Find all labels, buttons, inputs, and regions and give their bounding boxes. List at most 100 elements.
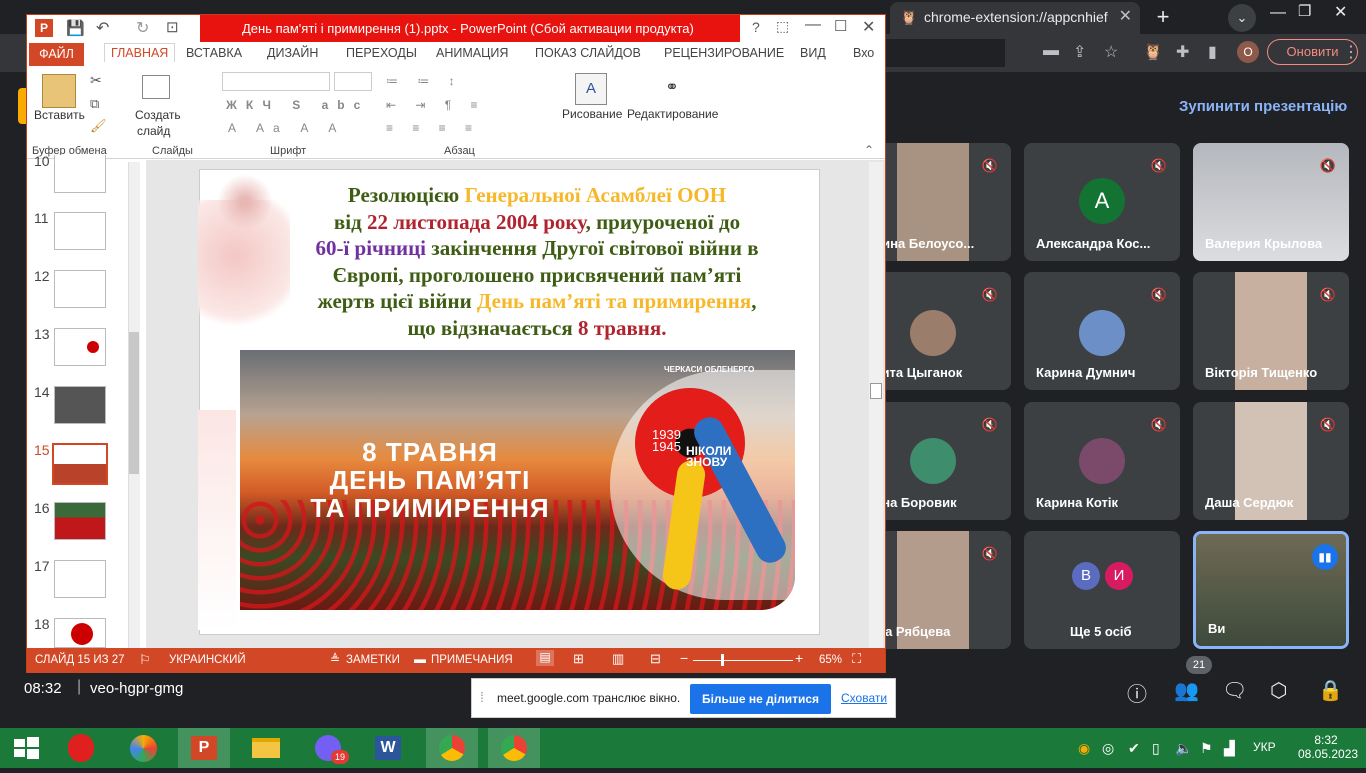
slide-thumbnail[interactable] [54, 270, 106, 308]
self-tile[interactable]: ▮▮ Ви [1193, 531, 1349, 649]
drawing-icon[interactable]: A [575, 73, 607, 105]
tab-insert[interactable]: ВСТАВКА [186, 46, 242, 60]
side-panel-icon[interactable]: ▮ [1208, 42, 1217, 62]
normal-view-icon[interactable]: ▤ [536, 650, 554, 666]
banner-image[interactable]: 1939 1945 НІКОЛИ ЗНОВУ ЧЕРКАСИ ОБЛЕНЕРГО… [236, 346, 799, 614]
paste-icon[interactable] [42, 74, 76, 108]
notes-button[interactable]: ЗАМЕТКИ [346, 654, 400, 666]
slide-counter[interactable]: СЛАЙД 15 ИЗ 27 [35, 654, 125, 666]
drag-handle-icon[interactable]: ⁞ [480, 689, 484, 705]
fit-slide-icon[interactable]: ⛶ [852, 651, 861, 667]
font-name-select[interactable] [222, 72, 330, 91]
hide-link[interactable]: Сховати [841, 691, 887, 705]
editing-button[interactable]: Редактирование [627, 107, 718, 121]
opera-taskbar-icon[interactable] [56, 728, 108, 768]
slide-thumbnail-selected[interactable] [52, 443, 108, 485]
participant-tile[interactable]: 🔇 Даша Сердюк [1193, 402, 1349, 520]
browser-tab[interactable]: 🦉 chrome-extension://appcnhief ✕ [890, 2, 1140, 34]
battery-icon[interactable]: ▯ [1152, 740, 1160, 757]
slideshow-icon[interactable]: ⊟ [650, 651, 661, 667]
tab-view[interactable]: ВИД [800, 46, 826, 60]
more-participants-tile[interactable]: В И Ще 5 осіб [1024, 531, 1180, 649]
participant-tile[interactable]: A 🔇 Александра Кос... [1024, 143, 1180, 261]
tab-home[interactable]: ГЛАВНАЯ [104, 43, 176, 62]
restore-icon[interactable]: ❐ [1298, 2, 1311, 20]
explorer-taskbar-icon[interactable] [240, 728, 292, 768]
people-icon[interactable]: 👥 [1174, 678, 1199, 703]
start-button[interactable] [0, 728, 52, 768]
yandex-taskbar-icon[interactable] [118, 728, 170, 768]
font-style-icons[interactable]: ЖКЧ S abc [226, 98, 369, 112]
slide-thumbnail[interactable] [54, 328, 106, 366]
activities-icon[interactable]: ⬡ [1270, 678, 1287, 703]
chrome-taskbar-icon[interactable] [426, 728, 478, 768]
notes-icon[interactable]: ≜ [330, 652, 340, 666]
input-language[interactable]: УКР [1253, 740, 1276, 754]
font-size-select[interactable] [334, 72, 372, 91]
indent-icons[interactable]: ⇤ ⇥ ¶ ≡ [386, 98, 486, 112]
comments-icon[interactable]: ▬ [414, 652, 426, 666]
slide-sorter-icon[interactable]: ⊞ [573, 651, 584, 667]
chat-icon[interactable]: 🗨 [1222, 678, 1247, 703]
paste-button[interactable]: Вставить [34, 108, 85, 122]
extension-owl-icon[interactable]: 🦉 [1143, 42, 1163, 62]
tab-design[interactable]: ДИЗАЙН [267, 46, 318, 60]
reading-view-icon[interactable]: ▥ [612, 651, 624, 667]
extensions-puzzle-icon[interactable]: ✚ [1176, 42, 1189, 62]
address-bar[interactable] [885, 39, 1005, 67]
scrollbar-thumb[interactable] [129, 332, 139, 474]
slide-thumbnail[interactable] [54, 502, 106, 540]
new-slide-label-2[interactable]: слайд [137, 124, 170, 138]
drawing-button[interactable]: Рисование [562, 107, 622, 121]
zoom-slider-thumb[interactable] [721, 654, 724, 666]
flag-icon[interactable]: ⚑ [1200, 740, 1213, 757]
profile-avatar[interactable]: О [1237, 41, 1259, 63]
network-icon[interactable]: ▟ [1224, 740, 1235, 757]
participant-tile[interactable]: 🔇 Карина Котік [1024, 402, 1180, 520]
tab-login[interactable]: Вхо [853, 46, 874, 60]
close-icon[interactable]: ✕ [862, 17, 875, 37]
system-clock[interactable]: 8:32 08.05.2023 [1298, 733, 1358, 761]
cut-icon[interactable]: ✂ [90, 72, 102, 89]
close-tab-icon[interactable]: ✕ [1119, 2, 1132, 32]
slide-thumbnail[interactable] [54, 386, 106, 424]
comments-button[interactable]: ПРИМЕЧАНИЯ [431, 654, 513, 666]
word-taskbar-icon[interactable]: W [362, 728, 414, 768]
align-icons[interactable]: ≡ ≡ ≡ ≡ [386, 121, 480, 135]
save-icon[interactable]: 💾 [66, 19, 85, 37]
zoom-slider[interactable] [693, 660, 793, 661]
help-icon[interactable]: ? [752, 19, 760, 35]
close-window-icon[interactable]: ✕ [1334, 2, 1347, 22]
zoom-out-icon[interactable]: − [680, 650, 688, 666]
new-tab-button[interactable]: + [1150, 5, 1176, 31]
viber-taskbar-icon[interactable]: 19 [302, 728, 354, 768]
new-slide-label[interactable]: Создать [135, 108, 181, 122]
present-icon[interactable]: ⊡ [166, 18, 179, 36]
new-slide-icon[interactable] [142, 75, 170, 99]
stop-presenting-button[interactable]: Зупинити презентацію [1179, 98, 1347, 115]
slide-scrollbar[interactable] [869, 162, 883, 648]
tray-icon[interactable]: ◉ [1078, 740, 1090, 757]
tab-search-icon[interactable]: ⌄ [1228, 4, 1256, 32]
spellcheck-icon[interactable]: ⚐ [139, 652, 151, 668]
tab-transitions[interactable]: ПЕРЕХОДЫ [346, 46, 417, 60]
participant-tile[interactable]: 🔇 Карина Думнич [1024, 272, 1180, 390]
redo-icon[interactable]: ↻ [136, 18, 149, 38]
slide-thumbnail[interactable] [54, 212, 106, 250]
info-icon[interactable]: ⓘ [1127, 678, 1147, 707]
tab-file[interactable]: ФАЙЛ [29, 43, 84, 66]
stop-sharing-button[interactable]: Більше не ділитися [690, 684, 831, 714]
powerpoint-taskbar-icon[interactable]: P [178, 728, 230, 768]
tray-icon[interactable]: ✔ [1128, 740, 1140, 757]
slide-thumbnail[interactable] [54, 618, 106, 648]
collapse-ribbon-icon[interactable]: ⌃ [864, 143, 874, 157]
tray-icon[interactable]: ◎ [1102, 740, 1114, 757]
slide-thumbnail[interactable] [54, 560, 106, 598]
format-painter-icon[interactable]: 🖌 [90, 118, 107, 134]
zoom-in-icon[interactable]: + [795, 650, 803, 666]
slide-thumbnail[interactable] [54, 155, 106, 193]
share-icon[interactable]: ⇪ [1073, 42, 1086, 62]
menu-icon[interactable]: ⋮ [1343, 42, 1359, 62]
font-color-icons[interactable]: A Aa A A [228, 121, 345, 135]
zoom-level[interactable]: 65% [819, 654, 842, 666]
